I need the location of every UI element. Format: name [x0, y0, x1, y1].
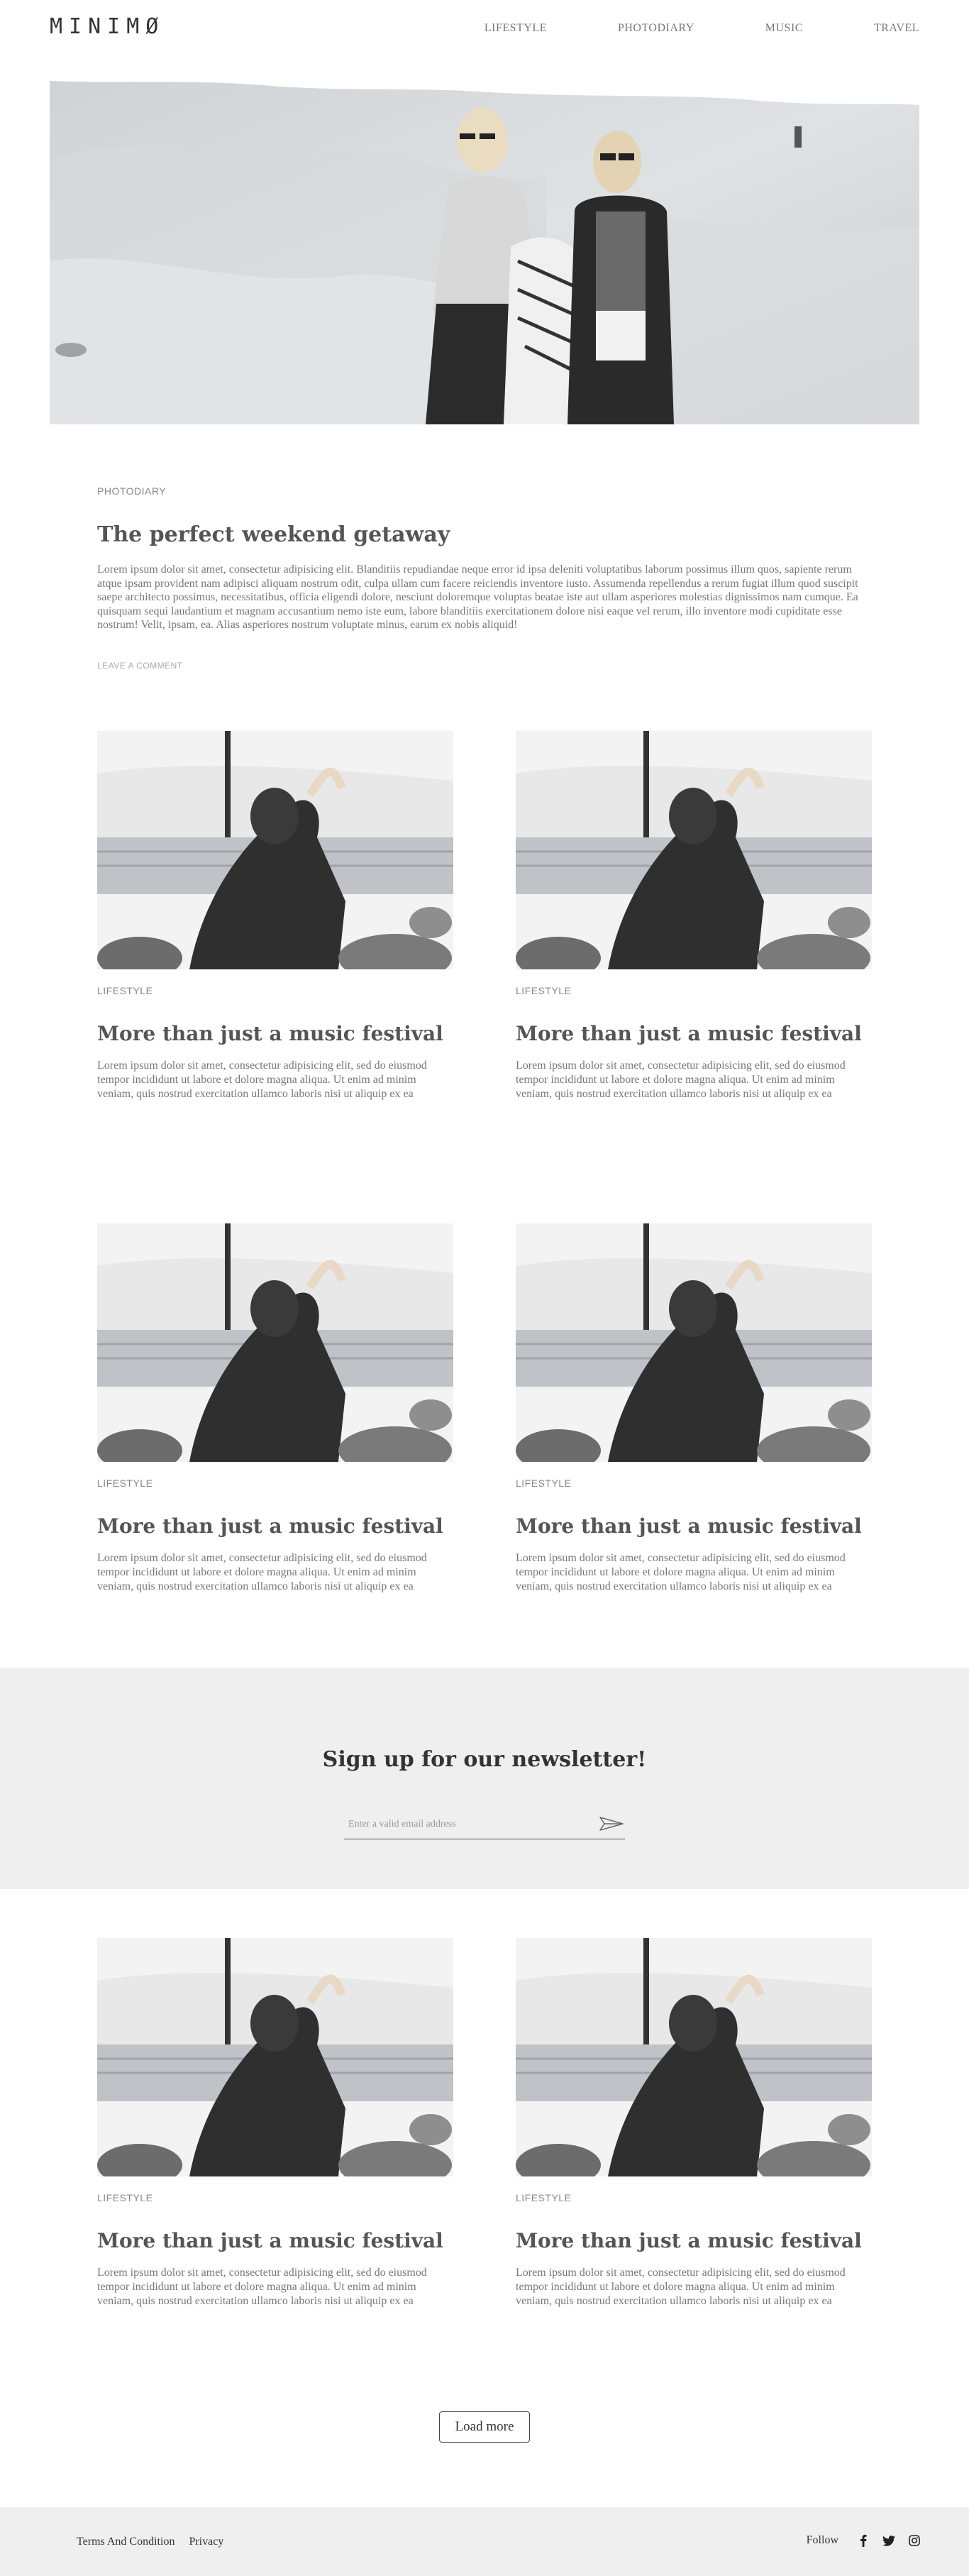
social-links: Follow — [807, 2534, 921, 2547]
site-footer: Terms And Condition Privacy Follow — [0, 2507, 969, 2576]
post-category[interactable]: LIFESTYLE — [516, 985, 872, 996]
post-excerpt: Lorem ipsum dolor sit amet, consectetur … — [97, 2267, 427, 2307]
nav-item-photodiary[interactable]: PHOTODIARY — [618, 22, 694, 35]
featured-body: Lorem ipsum dolor sit amet, consectetur … — [97, 563, 858, 631]
twitter-icon[interactable] — [882, 2534, 895, 2547]
post-title[interactable]: More than just a music festival — [97, 1022, 453, 1046]
post-category[interactable]: LIFESTYLE — [97, 2192, 453, 2203]
terms-link[interactable]: Terms And Condition — [77, 2536, 175, 2548]
post-title[interactable]: More than just a music festival — [516, 1514, 872, 1539]
post-category[interactable]: LIFESTYLE — [97, 1477, 453, 1489]
newsletter-submit-button[interactable] — [598, 1815, 625, 1834]
post-thumbnail[interactable] — [516, 1223, 872, 1462]
post-excerpt: Lorem ipsum dolor sit amet, consectetur … — [516, 2267, 846, 2307]
post-thumbnail[interactable] — [97, 731, 453, 969]
post-title[interactable]: More than just a music festival — [516, 2229, 872, 2253]
nav-item-lifestyle[interactable]: LIFESTYLE — [484, 22, 547, 35]
post-card[interactable]: LIFESTYLE More than just a music festiva… — [516, 1938, 872, 2308]
privacy-link[interactable]: Privacy — [189, 2536, 223, 2548]
send-arrow-icon — [599, 1816, 624, 1834]
post-title[interactable]: More than just a music festival — [97, 2229, 453, 2253]
nav-item-travel[interactable]: TRAVEL — [874, 22, 919, 35]
newsletter-form — [344, 1810, 625, 1839]
post-excerpt: Lorem ipsum dolor sit amet, consectetur … — [516, 1552, 846, 1592]
featured-post: PHOTODIARY The perfect weekend getaway L… — [97, 485, 872, 671]
post-thumbnail[interactable] — [97, 1938, 453, 2176]
post-card[interactable]: LIFESTYLE More than just a music festiva… — [97, 731, 453, 1101]
post-title[interactable]: More than just a music festival — [516, 1022, 872, 1046]
post-thumbnail[interactable] — [516, 731, 872, 969]
main-nav: LIFESTYLE PHOTODIARY MUSIC TRAVEL — [484, 22, 919, 35]
hero-image — [50, 77, 919, 424]
post-category[interactable]: LIFESTYLE — [516, 2192, 872, 2203]
post-card[interactable]: LIFESTYLE More than just a music festiva… — [97, 1938, 453, 2308]
site-logo[interactable]: MINIMØ — [50, 14, 165, 39]
nav-item-music[interactable]: MUSIC — [765, 22, 803, 35]
post-excerpt: Lorem ipsum dolor sit amet, consectetur … — [516, 1059, 846, 1100]
post-card[interactable]: LIFESTYLE More than just a music festiva… — [97, 1223, 453, 1594]
post-card[interactable]: LIFESTYLE More than just a music festiva… — [516, 731, 872, 1101]
post-thumbnail[interactable] — [516, 1938, 872, 2176]
featured-category[interactable]: PHOTODIARY — [97, 485, 872, 497]
load-more-button[interactable]: Load more — [439, 2411, 530, 2443]
footer-links: Terms And Condition Privacy — [77, 2536, 223, 2548]
post-excerpt: Lorem ipsum dolor sit amet, consectetur … — [97, 1059, 427, 1100]
post-thumbnail[interactable] — [97, 1223, 453, 1462]
instagram-icon[interactable] — [908, 2534, 921, 2547]
site-header: MINIMØ LIFESTYLE PHOTODIARY MUSIC TRAVEL — [0, 0, 969, 58]
post-title[interactable]: More than just a music festival — [97, 1514, 453, 1539]
follow-label: Follow — [806, 2534, 838, 2546]
post-category[interactable]: LIFESTYLE — [516, 1477, 872, 1489]
post-category[interactable]: LIFESTYLE — [97, 985, 453, 996]
newsletter-section: Sign up for our newsletter! — [0, 1668, 969, 1889]
newsletter-title: Sign up for our newsletter! — [322, 1747, 647, 1772]
email-field[interactable] — [348, 1815, 582, 1834]
facebook-icon[interactable] — [857, 2534, 870, 2547]
featured-title[interactable]: The perfect weekend getaway — [97, 522, 872, 547]
post-card[interactable]: LIFESTYLE More than just a music festiva… — [516, 1223, 872, 1594]
post-excerpt: Lorem ipsum dolor sit amet, consectetur … — [97, 1552, 427, 1592]
leave-comment-link[interactable]: LEAVE A COMMENT — [97, 661, 183, 671]
